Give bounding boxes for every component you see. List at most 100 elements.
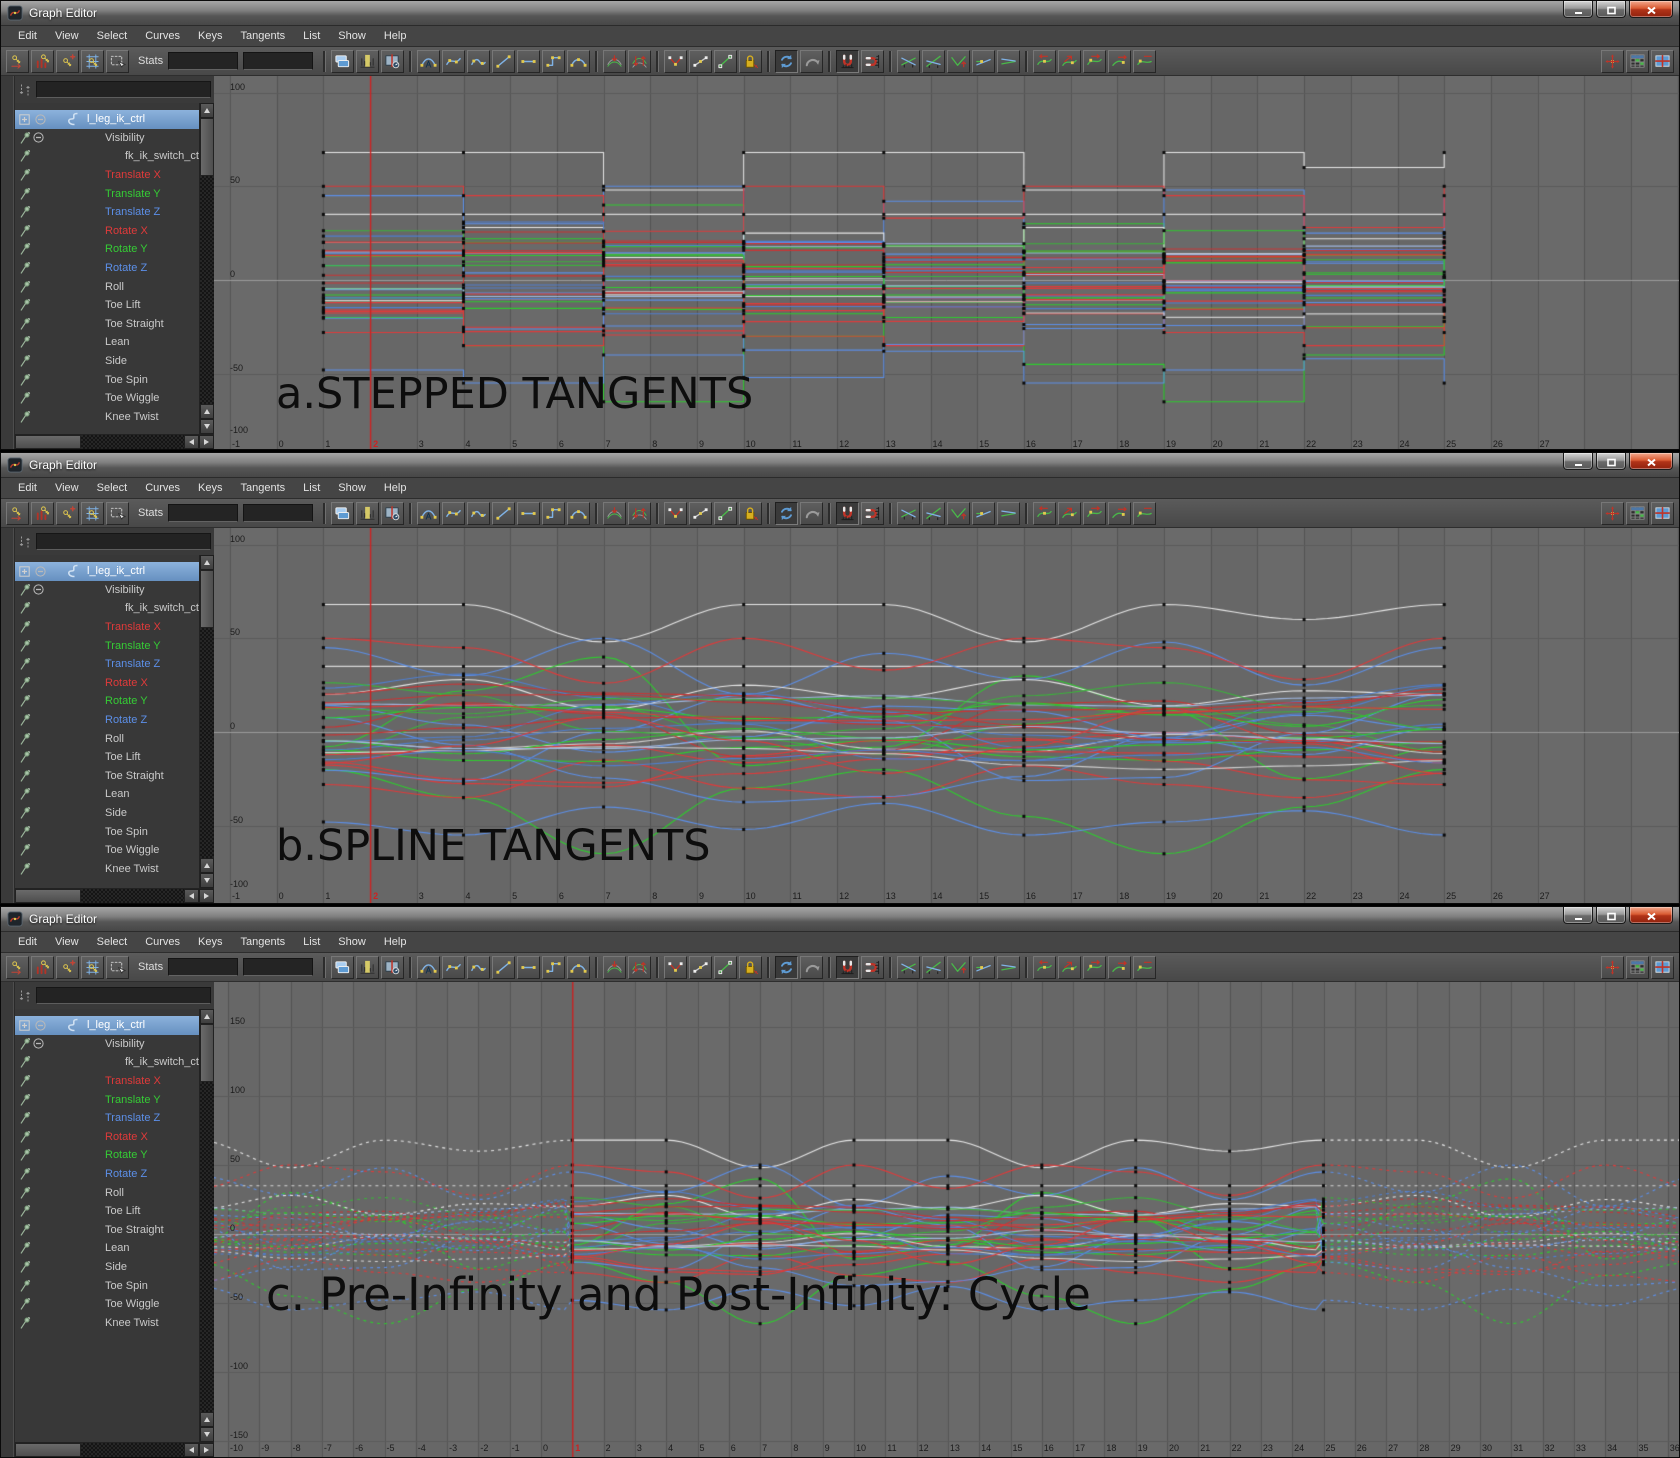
menu-select[interactable]: Select	[88, 934, 137, 950]
lock-tangent-weight-button[interactable]	[739, 501, 763, 525]
maximize-button[interactable]	[1596, 0, 1626, 18]
post-infinity-oscillate-button[interactable]	[1083, 955, 1107, 979]
lattice-deform-keys-tool[interactable]	[81, 501, 104, 525]
buffer-curve-snapshot-button[interactable]	[603, 955, 627, 979]
curve-graph-area[interactable]: -1 0 1 3 4 5 6 7 8 9 10 11 12 13 14 15 16 17 18 19 20 21 22 23 2…	[213, 76, 1679, 449]
dope-sheet-view-button[interactable]	[1626, 501, 1649, 525]
maximize-button[interactable]	[1596, 452, 1626, 470]
spline-tangents-button[interactable]	[442, 955, 466, 979]
pin-icon[interactable]	[19, 205, 31, 219]
channel-row-translate-x[interactable]: Translate X	[15, 166, 199, 185]
menu-curves[interactable]: Curves	[136, 28, 189, 44]
frame-all-button[interactable]	[331, 49, 355, 73]
linear-tangents-button[interactable]	[492, 501, 516, 525]
free-tangent-weight-button[interactable]	[714, 955, 738, 979]
channel-row-toe-straight[interactable]: Toe Straight	[15, 1221, 199, 1240]
pre-infinity-cycle-button[interactable]	[897, 955, 921, 979]
channel-row-toe-wiggle[interactable]: Toe Wiggle	[15, 1295, 199, 1314]
plateau-tangents-button[interactable]	[567, 501, 591, 525]
linear-tangents-button[interactable]	[492, 49, 516, 73]
pin-icon[interactable]	[19, 1055, 31, 1069]
pre-infinity-linear-button[interactable]	[972, 49, 996, 73]
pin-icon[interactable]	[19, 1223, 31, 1237]
spline-tangents-button[interactable]	[442, 501, 466, 525]
pin-icon[interactable]	[19, 657, 31, 671]
flat-tangents-button[interactable]	[517, 501, 541, 525]
unify-tangents-button[interactable]	[689, 49, 713, 73]
pin-icon[interactable]	[19, 601, 31, 615]
menu-keys[interactable]: Keys	[189, 28, 231, 44]
pin-icon[interactable]	[19, 806, 31, 820]
menu-list[interactable]: List	[294, 480, 329, 496]
channel-row-rotate-y[interactable]: Rotate Y	[15, 1146, 199, 1165]
menu-help[interactable]: Help	[375, 28, 416, 44]
pin-icon[interactable]	[19, 620, 31, 634]
plateau-tangents-button[interactable]	[567, 49, 591, 73]
channel-row-translate-z[interactable]: Translate Z	[15, 1109, 199, 1128]
scroll-up-button-bottom[interactable]	[199, 404, 214, 419]
channel-row-knee-twist[interactable]: Knee Twist	[15, 860, 199, 879]
vertical-scrollbar-track[interactable]	[199, 628, 214, 858]
channel-row-toe-straight[interactable]: Toe Straight	[15, 767, 199, 786]
menu-view[interactable]: View	[46, 480, 88, 496]
channel-object-row-l-leg-ik-ctrl[interactable]: l_leg_ik_ctrl	[15, 562, 199, 581]
auto-tangents-button[interactable]	[417, 49, 441, 73]
channel-row-knee-twist[interactable]: Knee Twist	[15, 1314, 199, 1333]
pre-infinity-cycle-button[interactable]	[897, 501, 921, 525]
channel-row-toe-lift[interactable]: Toe Lift	[15, 296, 199, 315]
curves-canvas[interactable]	[213, 982, 1679, 1457]
post-infinity-oscillate-button[interactable]	[1083, 49, 1107, 73]
vertical-scrollbar-thumb[interactable]	[199, 570, 214, 628]
channel-row-lean[interactable]: Lean	[15, 785, 199, 804]
channel-row-lean[interactable]: Lean	[15, 1239, 199, 1258]
graph-editor-view-button[interactable]	[1601, 49, 1624, 73]
move-nearest-picked-key-tool[interactable]	[6, 955, 29, 979]
channel-row-visibility[interactable]: Visibility	[15, 581, 199, 600]
scroll-right-button[interactable]	[198, 1443, 214, 1457]
frame-all-button[interactable]	[331, 501, 355, 525]
close-button[interactable]	[1629, 0, 1673, 18]
swap-buffer-curves-button[interactable]	[628, 501, 652, 525]
menu-curves[interactable]: Curves	[136, 934, 189, 950]
step-tangents-button[interactable]	[542, 49, 566, 73]
pin-icon[interactable]	[19, 583, 31, 597]
plateau-tangents-button[interactable]	[567, 955, 591, 979]
channel-filter-icon[interactable]	[17, 82, 33, 98]
pin-icon[interactable]	[19, 1297, 31, 1311]
pre-infinity-linear-button[interactable]	[972, 955, 996, 979]
pre-infinity-cycle-offset-button[interactable]	[922, 955, 946, 979]
enable-normalized-curve-display-button[interactable]	[775, 955, 799, 979]
menu-show[interactable]: Show	[329, 934, 375, 950]
channel-row-toe-spin[interactable]: Toe Spin	[15, 370, 199, 389]
post-infinity-linear-button[interactable]	[1108, 955, 1132, 979]
pre-infinity-oscillate-button[interactable]	[947, 501, 971, 525]
pin-icon[interactable]	[19, 825, 31, 839]
disable-normalized-curve-display-button[interactable]	[800, 501, 824, 525]
scroll-up-button[interactable]	[199, 103, 214, 118]
minimize-button[interactable]	[1563, 0, 1593, 18]
break-tangents-button[interactable]	[664, 49, 688, 73]
channel-row-fk-ik-switch-ct[interactable]: fk_ik_switch_ct	[15, 599, 199, 618]
channel-row-knee-twist[interactable]: Knee Twist	[15, 408, 199, 427]
curves-canvas[interactable]	[213, 528, 1679, 903]
pin-icon[interactable]	[19, 713, 31, 727]
pre-infinity-oscillate-button[interactable]	[947, 955, 971, 979]
add-keys-tool[interactable]	[56, 501, 79, 525]
channel-list-vertical-scrollbar[interactable]	[198, 1009, 214, 1442]
collapse-icon[interactable]	[35, 1020, 46, 1031]
auto-tangents-button[interactable]	[417, 955, 441, 979]
pin-icon[interactable]	[19, 1260, 31, 1274]
channel-row-rotate-z[interactable]: Rotate Z	[15, 259, 199, 278]
pin-icon[interactable]	[19, 373, 31, 387]
lock-tangent-weight-button[interactable]	[739, 49, 763, 73]
vertical-scrollbar-thumb[interactable]	[199, 118, 214, 176]
post-infinity-cycle-button[interactable]	[1033, 955, 1057, 979]
channel-row-toe-lift[interactable]: Toe Lift	[15, 748, 199, 767]
scroll-down-button[interactable]	[199, 419, 214, 434]
pin-icon[interactable]	[19, 732, 31, 746]
panel-grip[interactable]	[1, 528, 15, 903]
channel-row-rotate-y[interactable]: Rotate Y	[15, 240, 199, 259]
channel-row-toe-lift[interactable]: Toe Lift	[15, 1202, 199, 1221]
buffer-curve-snapshot-button[interactable]	[603, 501, 627, 525]
pin-icon[interactable]	[19, 1241, 31, 1255]
